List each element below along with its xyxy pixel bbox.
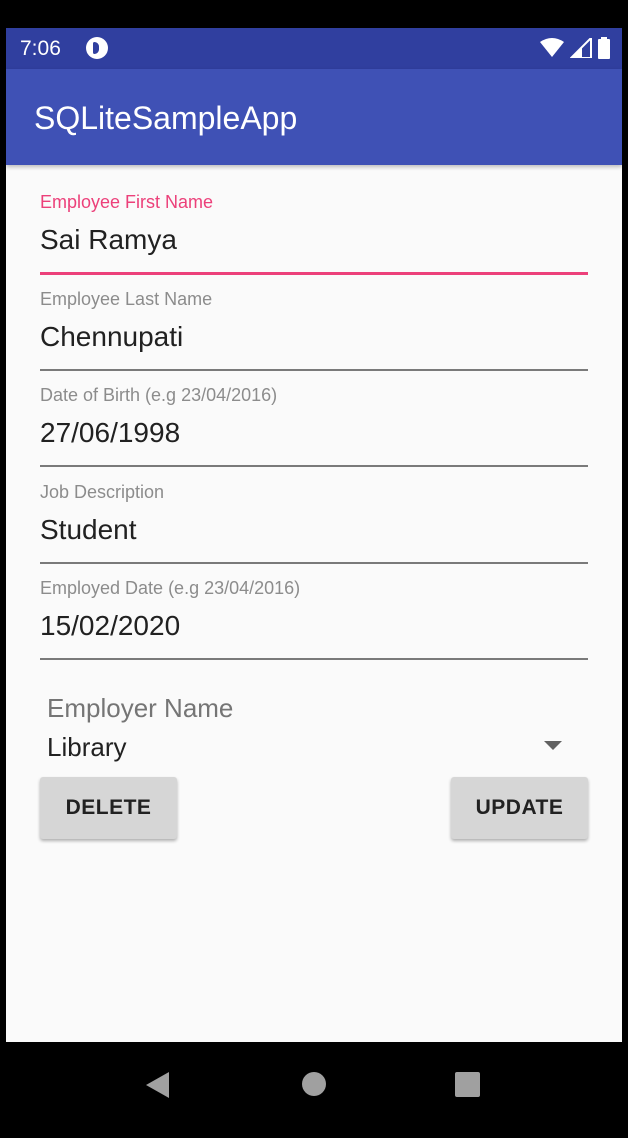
dob-field[interactable]: Date of Birth (e.g 23/04/2016) 27/06/199… — [40, 385, 588, 467]
dob-input[interactable]: 27/06/1998 — [40, 416, 588, 450]
home-icon[interactable] — [302, 1072, 326, 1096]
last-name-label: Employee Last Name — [40, 289, 213, 309]
job-description-label: Job Description — [40, 482, 165, 502]
last-name-input[interactable]: Chennupati — [40, 320, 588, 354]
dropdown-arrow-icon[interactable] — [544, 741, 562, 750]
back-icon[interactable] — [146, 1072, 169, 1098]
wifi-icon — [540, 38, 564, 57]
dob-label: Date of Birth (e.g 23/04/2016) — [40, 385, 278, 405]
first-name-input[interactable]: Sai Ramya — [40, 223, 588, 257]
app-title: SQLiteSampleApp — [34, 100, 298, 136]
job-description-field[interactable]: Job Description Student — [40, 482, 588, 564]
employer-name-label: Employer Name — [47, 693, 234, 723]
first-name-field[interactable]: Employee First Name Sai Ramya — [40, 192, 588, 275]
employed-date-label: Employed Date (e.g 23/04/2016) — [40, 578, 301, 598]
employed-date-field[interactable]: Employed Date (e.g 23/04/2016) 15/02/202… — [40, 578, 588, 660]
last-name-field[interactable]: Employee Last Name Chennupati — [40, 289, 588, 371]
app-bar: SQLiteSampleApp — [6, 69, 622, 165]
status-time: 7:06 — [20, 37, 61, 60]
job-description-input[interactable]: Student — [40, 513, 588, 547]
first-name-underline — [40, 272, 588, 275]
signal-icon — [570, 38, 592, 58]
employer-spinner[interactable]: Library — [40, 724, 570, 770]
dob-underline — [40, 465, 588, 467]
navigation-bar — [0, 1042, 628, 1138]
last-name-underline — [40, 369, 588, 371]
delete-button[interactable]: DELETE — [40, 777, 177, 839]
employer-selected-value: Library — [47, 732, 127, 762]
recents-icon[interactable] — [455, 1072, 480, 1097]
status-bar: 7:06 — [6, 28, 622, 69]
job-description-underline — [40, 562, 588, 564]
employed-date-input[interactable]: 15/02/2020 — [40, 609, 588, 643]
battery-icon — [598, 37, 610, 59]
app-notification-icon — [86, 37, 108, 59]
update-button[interactable]: UPDATE — [451, 777, 588, 839]
app-screen: 7:06 SQLiteSampleApp Employee First Name… — [6, 28, 622, 1042]
first-name-label: Employee First Name — [40, 192, 214, 212]
employed-date-underline — [40, 658, 588, 660]
status-icons — [540, 37, 610, 59]
